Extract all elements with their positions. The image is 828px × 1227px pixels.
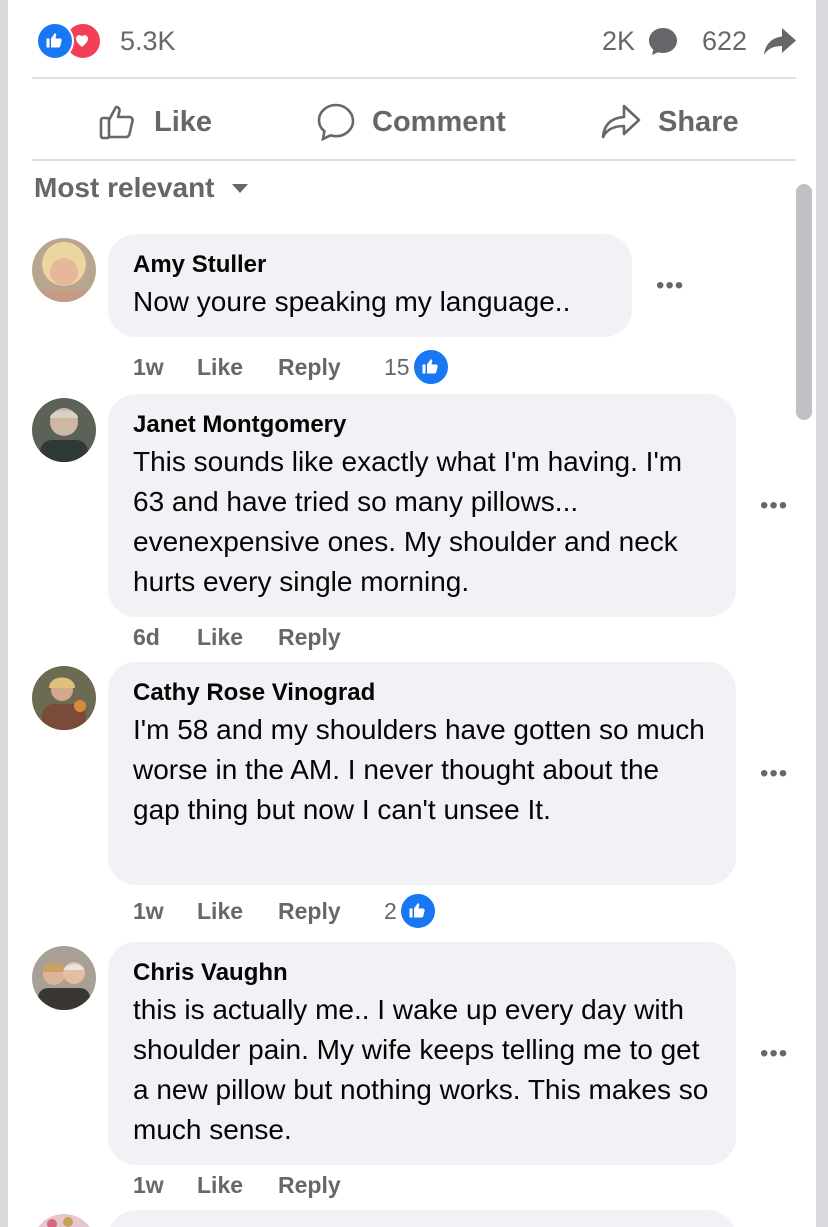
scrollbar[interactable] — [796, 184, 812, 420]
comment-actions: 1w Like Reply — [133, 1172, 384, 1199]
comment-label: Comment — [372, 105, 506, 138]
avatar[interactable] — [32, 398, 96, 462]
comment-bubble: Janet Montgomery This sounds like exactl… — [108, 394, 736, 617]
like-label: Like — [154, 105, 213, 138]
comment-like-link[interactable]: Like — [197, 898, 278, 925]
comment-reply-link[interactable]: Reply — [278, 624, 384, 651]
comment-like-link[interactable]: Like — [197, 354, 278, 381]
comment-time[interactable]: 1w — [133, 898, 197, 925]
comment-reply-link[interactable]: Reply — [278, 898, 384, 925]
comment-time[interactable]: 1w — [133, 354, 197, 381]
comment-bubble — [108, 1210, 736, 1227]
like-reaction-icon — [398, 892, 437, 930]
comment-text: I'm 58 and my shoulders have gotten so m… — [133, 714, 705, 825]
share-icon — [601, 104, 641, 139]
comment-bubble-icon — [649, 28, 677, 55]
thumbs-up-icon — [99, 105, 134, 140]
reaction-icons[interactable] — [36, 22, 114, 60]
like-reaction-icon — [36, 22, 74, 60]
reaction-stats-bar: 5.3K 2K 622 — [32, 18, 796, 64]
sort-dropdown[interactable]: Most relevant — [34, 172, 249, 204]
comment-text: this is actually me.. I wake up every da… — [133, 994, 709, 1145]
comment-button[interactable]: Comment — [316, 94, 506, 150]
comment-actions: 6d Like Reply — [133, 624, 384, 651]
comment-bubble: Chris Vaughn this is actually me.. I wak… — [108, 942, 736, 1165]
comment-actions: 1w Like Reply 2 — [133, 892, 437, 930]
share-label: Share — [658, 105, 739, 138]
comment-like-count[interactable]: 2 — [384, 898, 397, 925]
reaction-count[interactable]: 5.3K — [120, 26, 176, 57]
comment-reply-link[interactable]: Reply — [278, 354, 384, 381]
comment-author[interactable]: Amy Stuller — [133, 248, 606, 282]
share-count[interactable]: 622 — [702, 26, 747, 57]
like-button[interactable]: Like — [98, 94, 212, 150]
comment-bubble: Amy Stuller Now youre speaking my langua… — [108, 234, 632, 337]
comment-icon — [317, 103, 355, 142]
comments-panel: 5.3K 2K 622 Like Comment Share Most rele… — [8, 0, 816, 1227]
comment-actions: 1w Like Reply 15 — [133, 348, 450, 386]
avatar[interactable] — [32, 666, 96, 730]
comment-like-count[interactable]: 15 — [384, 354, 410, 381]
comment-reply-link[interactable]: Reply — [278, 1172, 384, 1199]
avatar[interactable] — [32, 238, 96, 302]
comment-like-link[interactable]: Like — [197, 1172, 278, 1199]
comment-author[interactable]: Cathy Rose Vinograd — [133, 676, 710, 710]
divider — [32, 77, 796, 79]
more-options-icon[interactable]: ••• — [760, 760, 788, 788]
more-options-icon[interactable]: ••• — [656, 272, 684, 300]
like-reaction-icon — [411, 348, 450, 386]
comment-time[interactable]: 1w — [133, 1172, 197, 1199]
dropdown-caret-icon — [231, 184, 248, 193]
comment-author[interactable]: Chris Vaughn — [133, 956, 710, 990]
avatar[interactable] — [32, 1214, 96, 1227]
more-options-icon[interactable]: ••• — [760, 492, 788, 520]
sort-label: Most relevant — [34, 172, 215, 203]
comment-text: Now youre speaking my language.. — [133, 286, 571, 317]
avatar[interactable] — [32, 946, 96, 1010]
divider — [32, 159, 796, 161]
comment-text: This sounds like exactly what I'm having… — [133, 446, 683, 597]
comment-author[interactable]: Janet Montgomery — [133, 408, 710, 442]
comment-time[interactable]: 6d — [133, 624, 197, 651]
comment-count[interactable]: 2K — [602, 26, 635, 57]
comment-like-link[interactable]: Like — [197, 624, 278, 651]
share-arrow-icon — [764, 28, 796, 55]
more-options-icon[interactable]: ••• — [760, 1040, 788, 1068]
comment-bubble: Cathy Rose Vinograd I'm 58 and my should… — [108, 662, 736, 885]
share-button[interactable]: Share — [600, 94, 739, 150]
